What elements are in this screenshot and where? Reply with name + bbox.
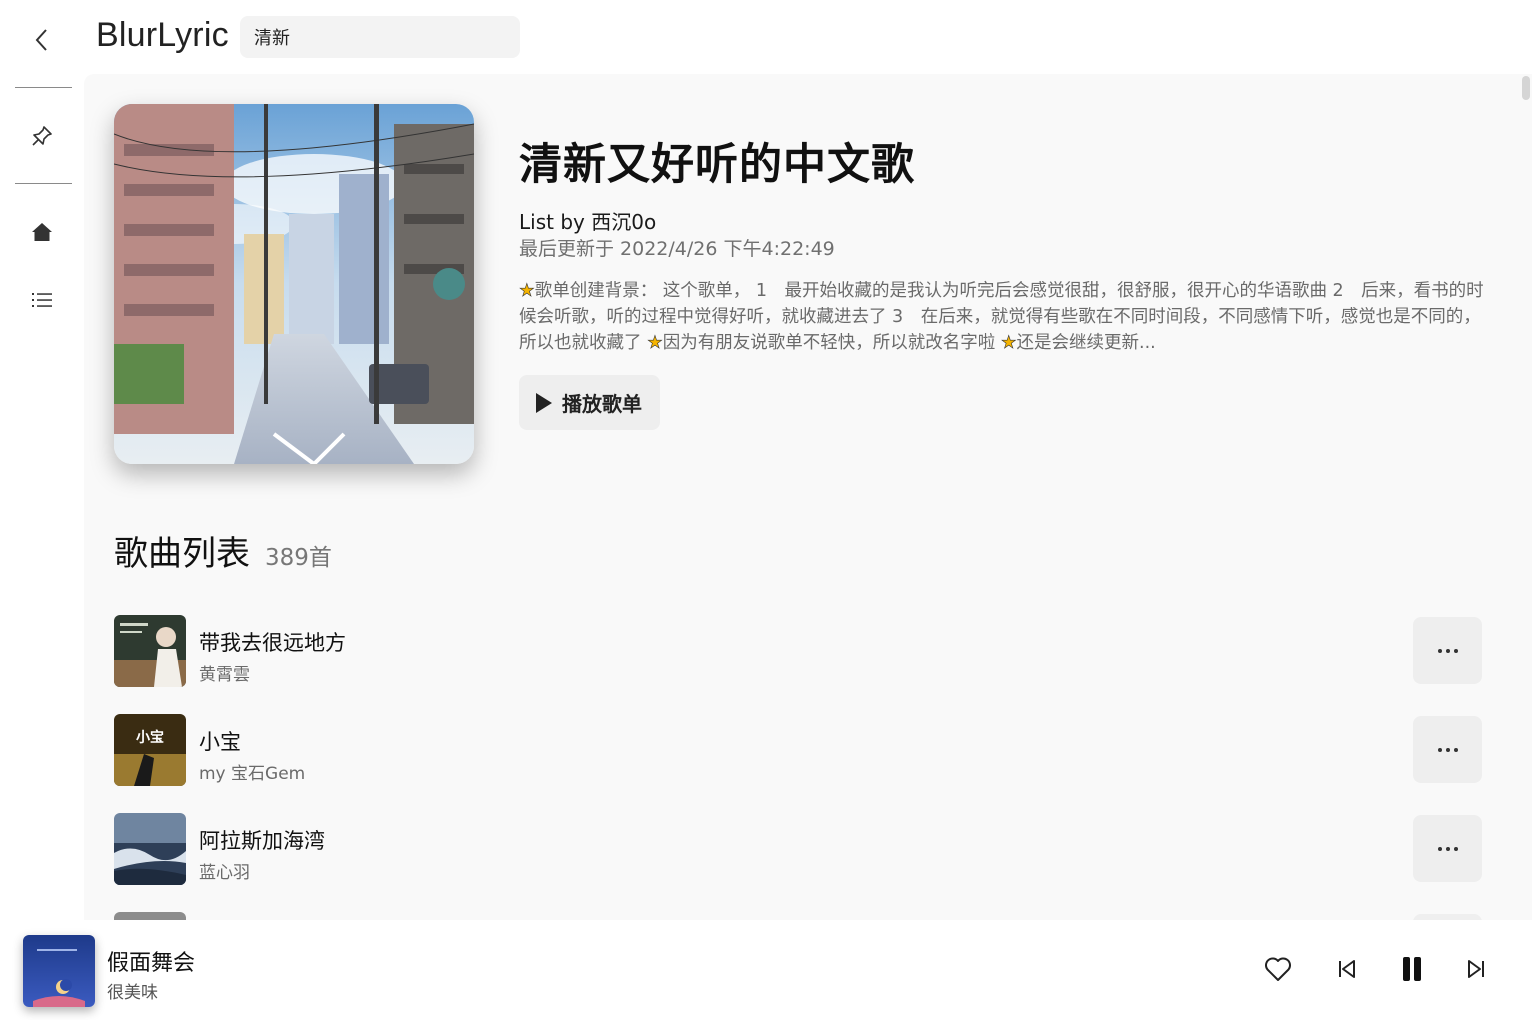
player-bar: 假面舞会 很美味: [0, 920, 1532, 1020]
song-list-title: 歌曲列表: [114, 534, 250, 574]
author-prefix: List by: [519, 210, 592, 234]
song-row[interactable]: [114, 912, 1482, 920]
more-icon: [1437, 747, 1458, 752]
star-icon: ★: [519, 281, 535, 302]
more-options-button[interactable]: [1413, 617, 1482, 684]
back-button[interactable]: [22, 20, 62, 60]
like-button[interactable]: [1256, 947, 1300, 991]
more-options-button[interactable]: [1413, 815, 1482, 882]
sidebar-divider: [15, 87, 72, 88]
sidebar-divider: [15, 183, 72, 184]
now-playing-cover[interactable]: [23, 935, 95, 1007]
playlist-description: ★歌单创建背景： 这个歌单， 1 最开始收藏的是我认为听完后会感觉很甜，很舒服，…: [519, 281, 1484, 354]
playlist-cover: [114, 104, 474, 464]
sidebar-item-home[interactable]: [18, 208, 66, 256]
song-title: 带我去很远地方: [199, 631, 346, 655]
now-playing-artist[interactable]: 很美味: [107, 978, 158, 1003]
song-cover-text: 小宝: [136, 729, 164, 746]
song-artist[interactable]: my 宝石Gem: [199, 759, 305, 784]
song-cover: [114, 615, 186, 687]
play-playlist-label: 播放歌单: [562, 392, 642, 416]
sidebar-item-pin[interactable]: [18, 112, 66, 160]
song-cover: [114, 813, 186, 885]
song-artist[interactable]: 黄霄雲: [199, 660, 250, 685]
chevron-left-icon: [35, 29, 47, 51]
skip-next-icon: [1468, 960, 1484, 978]
app-title: BlurLyric: [96, 16, 229, 54]
song-row[interactable]: 阿拉斯加海湾 蓝心羽: [114, 813, 1482, 885]
play-playlist-button[interactable]: 播放歌单: [519, 375, 660, 430]
more-icon: [1437, 846, 1458, 851]
heart-icon: [1265, 957, 1291, 981]
next-button[interactable]: [1454, 947, 1498, 991]
song-title: 阿拉斯加海湾: [199, 829, 325, 853]
previous-button[interactable]: [1325, 947, 1369, 991]
search-input[interactable]: [240, 16, 520, 58]
now-playing-title: 假面舞会: [107, 951, 196, 976]
home-icon: [32, 223, 52, 241]
more-icon: [1437, 648, 1458, 653]
pause-button[interactable]: [1390, 947, 1434, 991]
song-cover: [114, 912, 186, 920]
play-icon: [536, 392, 552, 413]
skip-previous-icon: [1339, 960, 1355, 978]
star-icon: ★: [1000, 333, 1017, 354]
playlist-title: 清新又好听的中文歌: [519, 140, 915, 190]
scrollbar[interactable]: [1522, 76, 1530, 100]
song-artist[interactable]: 蓝心羽: [199, 858, 250, 883]
star-icon: ★: [647, 333, 663, 354]
pin-icon: [32, 126, 52, 146]
playlist-updated: 最后更新于 2022/4/26 下午4:22:49: [519, 238, 835, 260]
sidebar-item-list[interactable]: [18, 276, 66, 324]
song-count: 389首: [265, 545, 332, 571]
author-name[interactable]: 西沉0o: [591, 210, 656, 234]
pause-icon: [1403, 957, 1421, 981]
main-panel: 清新又好听的中文歌 List by 西沉0o 最后更新于 2022/4/26 下…: [84, 74, 1532, 920]
song-title: 小宝: [199, 730, 241, 754]
more-options-button[interactable]: [1413, 716, 1482, 783]
playlist-author: List by 西沉0o: [519, 206, 656, 235]
song-row[interactable]: 带我去很远地方 黄霄雲: [114, 615, 1482, 687]
song-cover: 小宝: [114, 714, 186, 786]
song-row[interactable]: 小宝 小宝 my 宝石Gem: [114, 714, 1482, 786]
list-icon: [32, 293, 52, 307]
